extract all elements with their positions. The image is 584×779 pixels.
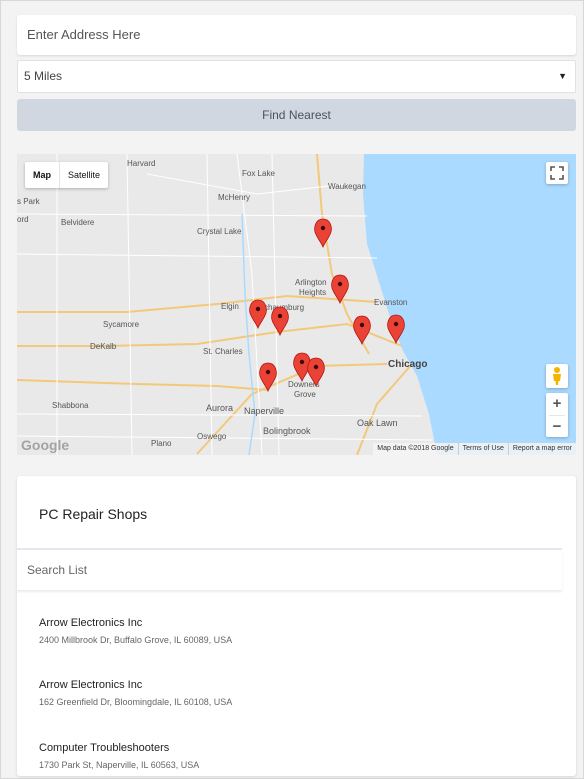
map-type-map-button[interactable]: Map — [25, 162, 60, 188]
map-data-credit: Map data ©2018 Google — [377, 445, 454, 452]
pegman-icon — [553, 367, 561, 385]
shop-name: Computer Troubleshooters — [39, 742, 170, 754]
terms-of-use-link[interactable]: Terms of Use — [457, 443, 508, 455]
fullscreen-icon — [550, 166, 564, 180]
radius-select[interactable]: 5 Miles ▼ — [17, 60, 576, 93]
map-type-satellite-button[interactable]: Satellite — [60, 162, 108, 188]
zoom-control: + − — [546, 393, 568, 437]
map-type-control: Map Satellite — [25, 162, 109, 188]
street-view-button[interactable] — [546, 364, 568, 388]
fullscreen-button[interactable] — [546, 162, 568, 184]
zoom-in-button[interactable]: + — [546, 393, 568, 415]
map-marker-icon[interactable] — [331, 274, 349, 304]
shop-name: Arrow Electronics Inc — [39, 679, 143, 691]
map[interactable]: Harvard Fox Lake Waukegan s Park McHenry… — [17, 154, 576, 455]
shop-address: 2400 Millbrook Dr, Buffalo Grove, IL 600… — [39, 635, 233, 645]
radius-select-value: 5 Miles — [24, 69, 63, 83]
shop-name: Arrow Electronics Inc — [39, 617, 143, 629]
chevron-down-icon: ▼ — [558, 71, 567, 81]
store-locator-page: Enter Address Here 5 Miles ▼ Find Neares… — [0, 0, 584, 779]
map-marker-icon[interactable] — [259, 362, 277, 392]
shop-address: 162 Greenfield Dr, Bloomingdale, IL 6010… — [39, 697, 233, 707]
map-marker-icon[interactable] — [249, 299, 267, 329]
map-marker-icon[interactable] — [353, 315, 371, 345]
map-marker-icon[interactable] — [314, 218, 332, 248]
list-item[interactable]: Arrow Electronics Inc 2400 Millbrook Dr,… — [39, 617, 232, 645]
map-marker-icon[interactable] — [307, 357, 325, 387]
google-logo: Google — [21, 437, 70, 453]
map-attribution: Map data ©2018 Google Terms of Use Repor… — [373, 443, 576, 455]
list-title: PC Repair Shops — [39, 506, 148, 522]
map-marker-icon[interactable] — [271, 306, 289, 336]
report-map-error-link[interactable]: Report a map error — [507, 443, 576, 455]
list-search-input[interactable]: Search List — [17, 550, 562, 590]
zoom-out-button[interactable]: − — [546, 416, 568, 438]
shop-list-card: PC Repair Shops Search List Arrow Electr… — [17, 476, 576, 776]
map-markers — [249, 218, 405, 392]
map-marker-icon[interactable] — [387, 314, 405, 344]
address-input[interactable]: Enter Address Here — [17, 15, 576, 55]
find-nearest-button[interactable]: Find Nearest — [17, 99, 576, 131]
list-item[interactable]: Arrow Electronics Inc 162 Greenfield Dr,… — [39, 679, 232, 707]
shop-address: 1730 Park St, Naperville, IL 60563, USA — [39, 760, 200, 770]
list-item[interactable]: Computer Troubleshooters 1730 Park St, N… — [39, 742, 199, 770]
